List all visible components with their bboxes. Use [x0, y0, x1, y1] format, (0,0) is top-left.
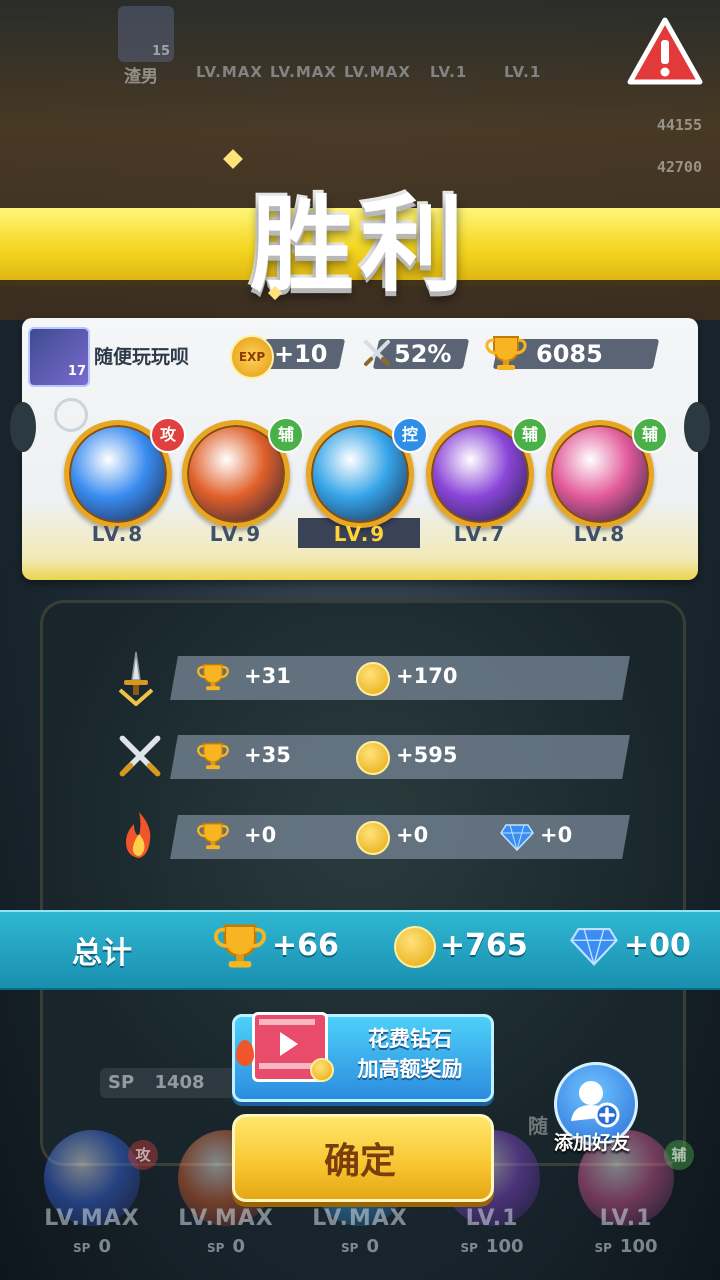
- bottom-sp-number: 0: [98, 1236, 111, 1257]
- coin-icon: [356, 741, 390, 775]
- bottom-sp-number: 0: [232, 1236, 245, 1257]
- play-icon: [259, 1019, 315, 1069]
- bottom-sp-label: SP: [108, 1072, 135, 1093]
- hero-level: LV.9: [333, 522, 387, 546]
- bottom-sp-box: SP 1408: [100, 1068, 240, 1098]
- confirm-button-label: 确定: [323, 1141, 396, 1182]
- exp-icon: EXP: [230, 335, 274, 379]
- player-avatar-level: 17: [67, 364, 86, 379]
- bottom-sp-number: 100: [619, 1236, 658, 1257]
- coin-icon: [356, 821, 390, 855]
- coin-icon: [394, 926, 436, 968]
- exp-value: +10: [274, 340, 328, 368]
- row3-coins: +0: [396, 823, 429, 847]
- bottom-sp-number: 100: [485, 1236, 524, 1257]
- top-roster-strip: 15 渣男 LV.MAX LV.MAX LV.MAX LV.1 LV.1: [110, 0, 570, 87]
- coin-icon: [356, 662, 390, 696]
- bottom-sp-tag: SP: [341, 1241, 359, 1255]
- crossed-swords-icon: [364, 340, 390, 366]
- top-level-4: LV.1: [430, 63, 468, 81]
- bottom-sp-tag: SP: [594, 1241, 612, 1255]
- total-coins: +765: [440, 928, 528, 963]
- player-name: 随便玩玩呗: [94, 346, 190, 368]
- hero-level: LV.7: [453, 522, 507, 546]
- spend-diamond-line1: 花费钻石: [368, 1027, 452, 1051]
- row2-trophies: +35: [244, 743, 291, 767]
- diamond-icon: [570, 928, 618, 966]
- hero-role-badge: 辅: [268, 417, 304, 453]
- card-notch-left: [10, 402, 36, 452]
- bottom-role-left: 攻: [128, 1140, 158, 1170]
- diamond-icon: [500, 824, 534, 851]
- bottom-hero-level: LV.MAX: [178, 1206, 274, 1231]
- total-gems: +00: [624, 928, 691, 963]
- trophy-total: 6085: [536, 340, 603, 368]
- bottom-sp-number: 0: [366, 1236, 379, 1257]
- win-rate-value: 52%: [394, 340, 452, 368]
- top-player-badge: 15: [152, 44, 171, 59]
- bottom-hero-sp: SP 0: [161, 1236, 291, 1257]
- card-decor-circle: [54, 398, 88, 432]
- row1-coins: +170: [396, 664, 458, 688]
- trophy-icon: [213, 924, 267, 968]
- card-notch-right: [684, 402, 710, 452]
- bottom-sp-tag: SP: [73, 1241, 91, 1255]
- row3-trophies: +0: [244, 823, 277, 847]
- trophy-icon: [197, 822, 229, 850]
- trophy-icon: [197, 663, 229, 691]
- bottom-sp-tag: SP: [460, 1241, 478, 1255]
- flame-small-icon: [236, 1040, 254, 1066]
- trophy-icon: [197, 742, 229, 770]
- bottom-sp-value: 1408: [154, 1072, 205, 1093]
- top-level-2: LV.MAX: [270, 63, 337, 81]
- top-level-3: LV.MAX: [344, 63, 411, 81]
- bottom-hero-level: LV.MAX: [44, 1206, 140, 1231]
- top-level-5: LV.1: [504, 63, 542, 81]
- bottom-sp-tag: SP: [207, 1241, 225, 1255]
- victory-title: 胜利: [249, 184, 470, 306]
- top-level-1: LV.MAX: [196, 63, 263, 81]
- hero-role-badge: 辅: [512, 417, 548, 453]
- warning-icon: [627, 17, 703, 85]
- flame-icon: [126, 812, 151, 858]
- report-warning-button[interactable]: [626, 16, 704, 88]
- add-friend-label: 添加好友: [553, 1132, 630, 1154]
- hero-role-badge: 控: [392, 417, 428, 453]
- row1-trophies: +31: [244, 664, 291, 688]
- coin-small-icon: [310, 1058, 334, 1082]
- bottom-hero-sp: SP 100: [427, 1236, 557, 1257]
- bottom-hero-sp: SP 0: [27, 1236, 157, 1257]
- bottom-hero-level: LV.1: [599, 1206, 653, 1231]
- trophy-icon: [485, 336, 527, 370]
- bottom-hero-level: LV.MAX: [312, 1206, 408, 1231]
- spend-diamond-line2: 加高额奖励: [357, 1057, 463, 1081]
- bottom-hero-sp: SP 0: [295, 1236, 425, 1257]
- hero-level: LV.8: [573, 522, 627, 546]
- add-friend-icon: [571, 1081, 620, 1128]
- side-score-1: 44155: [656, 116, 702, 134]
- crossed-swords-icon: [119, 735, 161, 777]
- hero-level: LV.8: [91, 522, 145, 546]
- bottom-hero-level: LV.1: [465, 1206, 519, 1231]
- total-trophies: +66: [272, 928, 339, 963]
- row3-gems: +0: [540, 823, 573, 847]
- hero-role-badge: 攻: [150, 417, 186, 453]
- bottom-role-right: 辅: [664, 1140, 694, 1170]
- spend-diamond-label: 花费钻石 加高额奖励: [335, 1024, 485, 1084]
- hero-role-badge: 辅: [632, 417, 668, 453]
- hero-level: LV.9: [209, 522, 263, 546]
- total-label: 总计: [72, 936, 132, 971]
- dagger-icon: [118, 651, 154, 706]
- row2-coins: +595: [396, 743, 458, 767]
- bottom-hero-sp: SP 100: [561, 1236, 691, 1257]
- top-player-label: 渣男: [124, 67, 158, 87]
